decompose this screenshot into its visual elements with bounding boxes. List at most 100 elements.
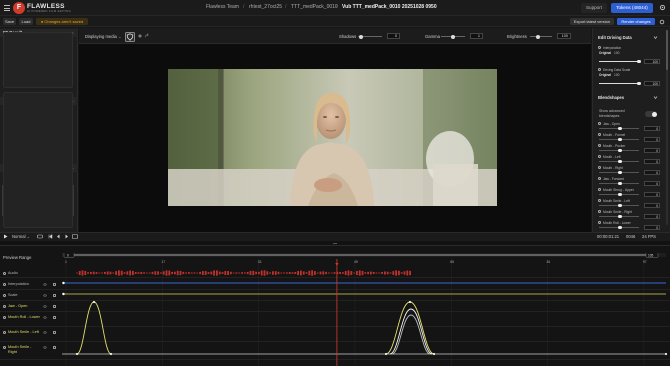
blendshape-slider-knob[interactable]	[618, 137, 622, 141]
visibility-eye-icon[interactable]	[43, 282, 47, 286]
curve-keyframe[interactable]	[109, 352, 113, 356]
blendshape-input[interactable]: 0	[644, 202, 660, 208]
blendshape-input[interactable]: 0	[644, 158, 660, 164]
timeline-canvas[interactable]: 0 105 1 17 33 49 65 81 97	[62, 253, 670, 366]
gamma-slider-knob[interactable]	[451, 34, 455, 39]
visibility-eye-icon[interactable]	[43, 330, 47, 334]
export-latest-button[interactable]: Export latest version	[570, 18, 614, 25]
tokens-button[interactable]: Tokens (48044)	[611, 3, 653, 13]
blendshape-slider-knob[interactable]	[618, 192, 622, 196]
gamma-input[interactable]: 1	[470, 33, 483, 39]
resize-grip[interactable]	[333, 243, 337, 244]
breadcrumb-shot[interactable]: TTT_medPack_0010	[291, 4, 338, 10]
blendshape-slider-knob[interactable]	[618, 203, 622, 207]
playhead-handle[interactable]	[335, 263, 339, 266]
keyframe-dot-icon[interactable]	[3, 293, 6, 297]
lock-icon[interactable]	[53, 330, 56, 334]
range-start-handle[interactable]	[63, 253, 75, 258]
blendshape-keyframe-icon[interactable]	[598, 166, 601, 169]
lock-icon[interactable]	[53, 345, 56, 349]
lock-icon[interactable]	[53, 293, 56, 297]
keyframe-dot-icon[interactable]	[3, 271, 6, 275]
keyframe-dot-icon[interactable]	[3, 315, 6, 319]
interpolation-slider-knob[interactable]	[637, 59, 641, 63]
blendshape-input[interactable]: 0	[644, 125, 660, 131]
frame-back-icon[interactable]	[56, 234, 61, 239]
blendshape-keyframe-icon[interactable]	[598, 221, 601, 224]
visibility-eye-icon[interactable]	[43, 304, 47, 308]
load-button[interactable]: Load	[19, 18, 33, 25]
advanced-blendshapes-toggle[interactable]	[645, 111, 657, 117]
breadcrumb-team[interactable]: Flawless Team	[206, 4, 239, 10]
chevron-down-icon[interactable]	[653, 95, 658, 100]
brightness-slider-track[interactable]	[530, 36, 552, 37]
pan-tool-icon[interactable]	[137, 33, 143, 39]
curve-keyframe[interactable]	[92, 300, 96, 304]
blendshape-keyframe-icon[interactable]	[598, 144, 601, 147]
video-frame[interactable]	[168, 69, 497, 206]
blendshape-input[interactable]: 0	[644, 180, 660, 186]
step-back-icon[interactable]	[48, 234, 53, 239]
blendshape-slider-knob[interactable]	[618, 159, 622, 163]
playback-speed-dropdown[interactable]: Normal ⌄	[12, 234, 30, 239]
visibility-eye-icon[interactable]	[43, 315, 47, 319]
blendshape-keyframe-icon[interactable]	[598, 155, 601, 158]
jaw-open-curve[interactable]	[76, 301, 112, 355]
interpolation-keyframe[interactable]	[62, 281, 65, 285]
blendshape-input[interactable]: 0	[644, 224, 660, 230]
shield-icon[interactable]	[125, 32, 135, 42]
settings-gear-icon[interactable]	[659, 4, 666, 11]
interpolation-keyframe-icon[interactable]	[598, 46, 601, 49]
curve-keyframe[interactable]	[664, 352, 668, 356]
gear-icon[interactable]	[659, 19, 665, 25]
scale-slider-knob[interactable]	[637, 81, 641, 85]
play-icon[interactable]	[3, 234, 8, 239]
blendshape-slider-knob[interactable]	[618, 214, 622, 218]
right-panel-scrollbar-thumb[interactable]	[666, 30, 668, 70]
blendshape-slider-knob[interactable]	[618, 181, 622, 185]
chevron-down-icon[interactable]	[653, 35, 658, 40]
render-changes-button[interactable]: Render changes	[617, 18, 655, 25]
interpolation-input[interactable]: 100	[644, 58, 660, 64]
keyframe-dot-icon[interactable]	[3, 282, 6, 286]
keyframe-dot-icon[interactable]	[3, 304, 6, 308]
brightness-slider-knob[interactable]	[536, 34, 540, 39]
blendshape-input[interactable]: 0	[644, 147, 660, 153]
blendshape-input[interactable]: 0	[644, 213, 660, 219]
brightness-input[interactable]: 100	[557, 33, 571, 39]
menu-icon[interactable]	[4, 5, 10, 11]
blendshape-keyframe-icon[interactable]	[598, 188, 601, 191]
lock-icon[interactable]	[53, 304, 56, 308]
curve-keyframe[interactable]	[75, 352, 79, 356]
redo-icon[interactable]	[144, 33, 150, 39]
lock-icon[interactable]	[53, 315, 56, 319]
display-mode-dropdown[interactable]: Displaying media ⌄	[85, 34, 122, 39]
blendshape-keyframe-icon[interactable]	[598, 177, 601, 180]
scale-keyframe-icon[interactable]	[598, 68, 601, 71]
curve-keyframe[interactable]	[432, 352, 436, 356]
curve-keyframe[interactable]	[408, 300, 412, 304]
blendshape-keyframe-icon[interactable]	[598, 210, 601, 213]
breadcrumb-project[interactable]: rhtest_27oct25	[249, 4, 282, 10]
scale-keyframe[interactable]	[62, 292, 65, 296]
blendshape-input[interactable]: 0	[644, 191, 660, 197]
lock-icon[interactable]	[53, 282, 56, 286]
jaw-open-curve[interactable]	[385, 301, 435, 355]
blendshape-keyframe-icon[interactable]	[598, 199, 601, 202]
blendshape-input[interactable]: 0	[644, 169, 660, 175]
scale-input[interactable]: 100	[644, 80, 660, 86]
blendshape-keyframe-icon[interactable]	[598, 122, 601, 125]
keyframe-dot-icon[interactable]	[3, 345, 6, 349]
frame-forward-icon[interactable]	[64, 234, 69, 239]
save-button[interactable]: Save	[3, 18, 16, 25]
support-button[interactable]: Support	[581, 3, 607, 13]
visibility-eye-icon[interactable]	[43, 345, 47, 349]
curve-keyframe[interactable]	[384, 352, 388, 356]
blendshape-slider-knob[interactable]	[618, 225, 622, 229]
blendshape-slider-knob[interactable]	[618, 148, 622, 152]
visibility-eye-icon[interactable]	[43, 293, 47, 297]
blendshape-slider-knob[interactable]	[618, 170, 622, 174]
blendshape-keyframe-icon[interactable]	[598, 133, 601, 136]
blendshape-input[interactable]: 0	[644, 136, 660, 142]
fullscreen-icon[interactable]	[72, 234, 78, 239]
